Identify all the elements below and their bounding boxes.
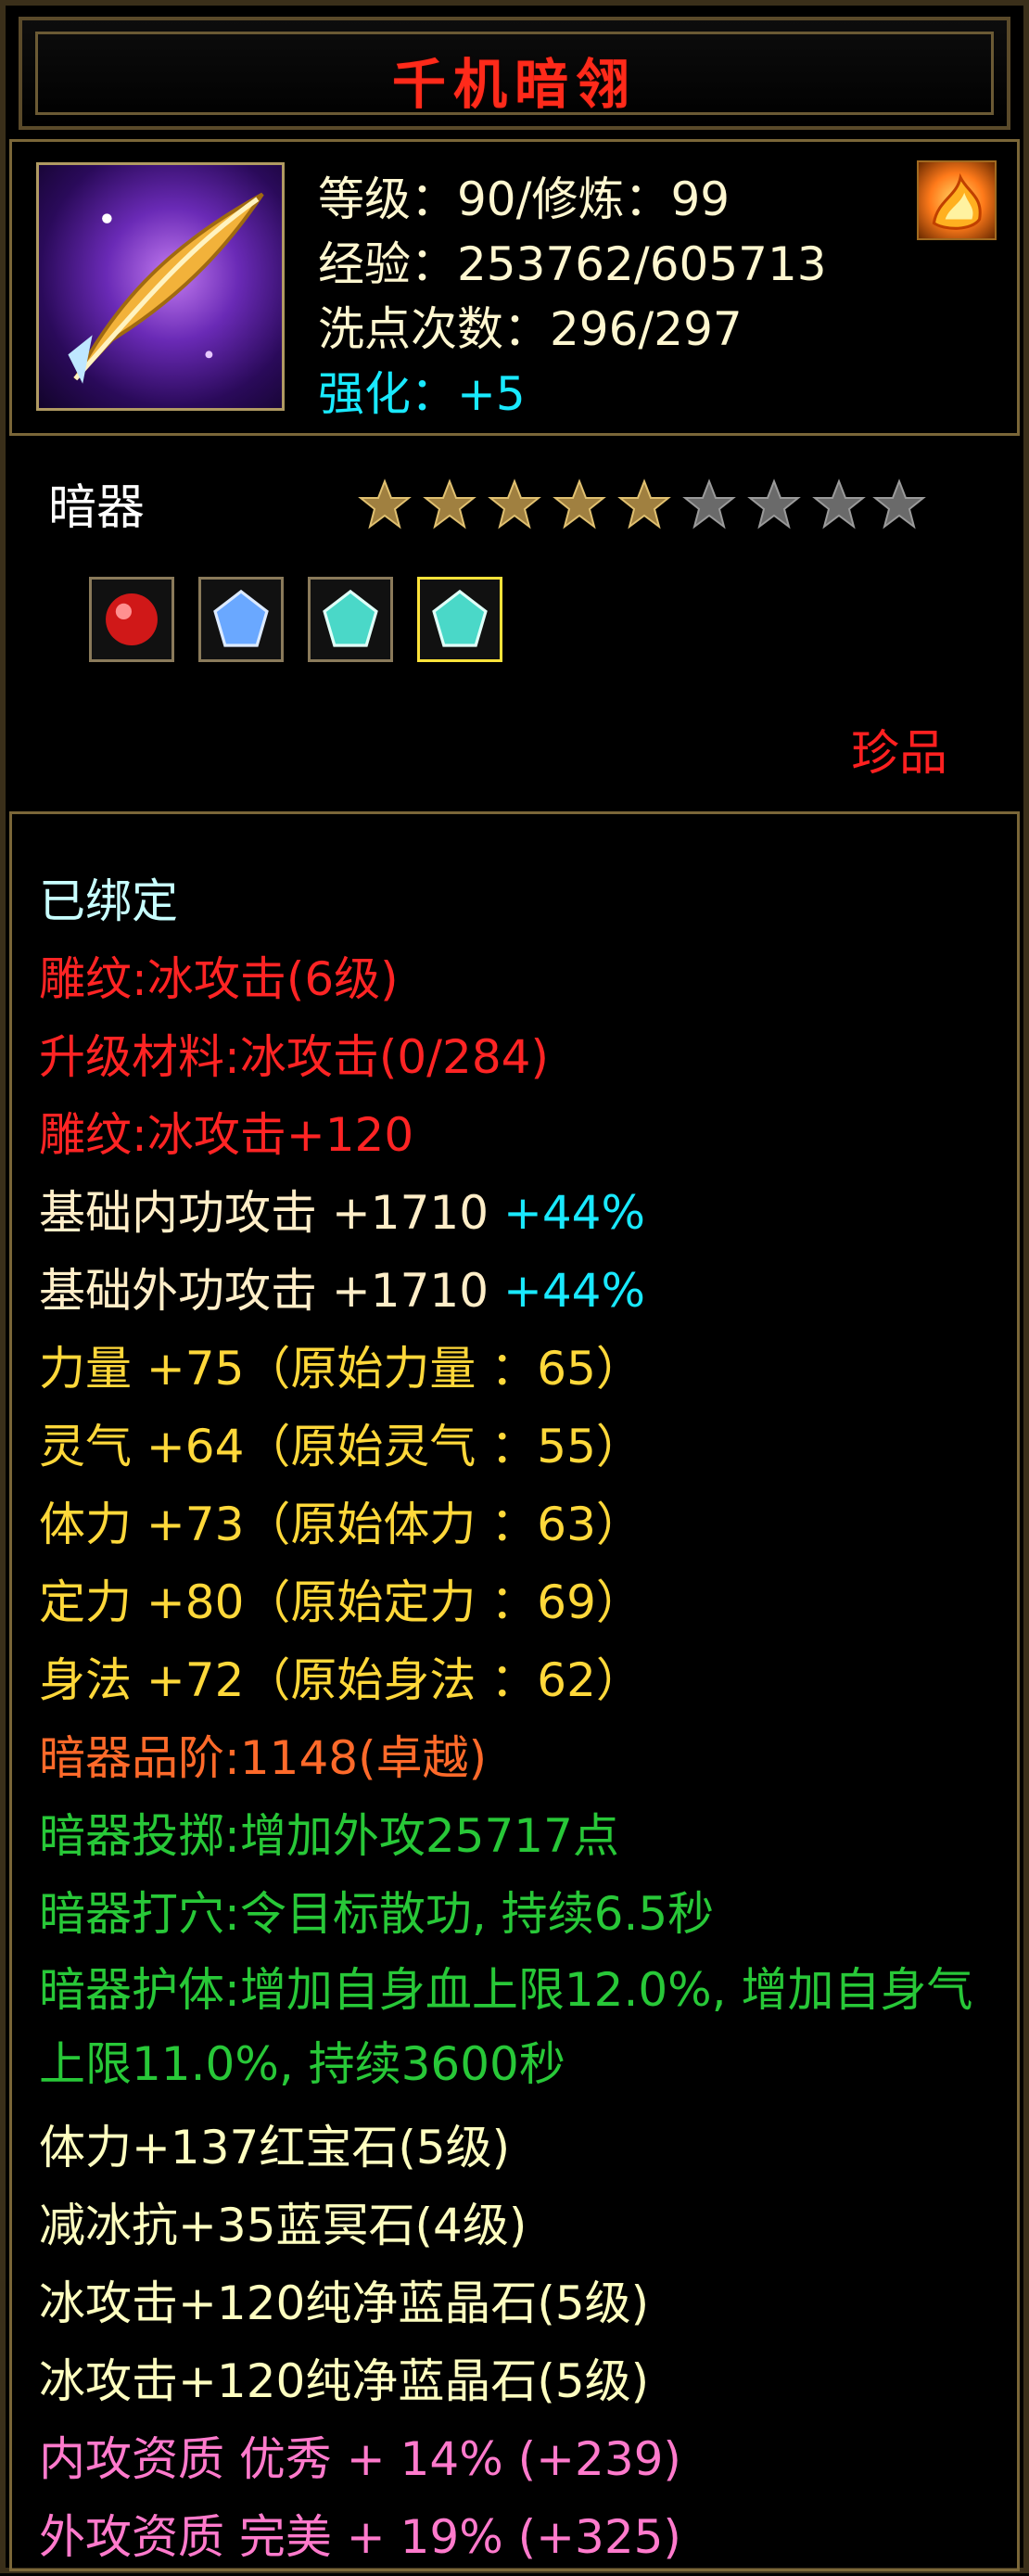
base-inner-attack-text: 基础内功攻击 +1710: [39, 1186, 489, 1240]
aqua-gem-icon-selected[interactable]: [417, 577, 502, 662]
weapon-rank-line: 暗器品阶:1148(卓越): [39, 1731, 488, 1785]
aqua-gem-icon[interactable]: [308, 577, 393, 662]
base-inner-attack: 基础内功攻击 +1710 +44%: [39, 1174, 992, 1252]
title-bar: 千机暗翎: [19, 17, 1010, 130]
base-outer-attack-pct: +44%: [502, 1264, 645, 1318]
star-icon: [423, 478, 476, 529]
level-line: 等级：90/修炼：99: [318, 172, 730, 226]
acupoint-skill-line: 暗器打穴:令目标散功, 持续6.5秒: [39, 1887, 715, 1941]
engrave-line: 雕纹:冰攻击(6级): [39, 952, 399, 1006]
upgrade-material-line: 升级材料:冰攻击(0/284): [39, 1030, 549, 1084]
base-outer-attack-text: 基础外功攻击 +1710: [39, 1264, 489, 1318]
gem4-line: 冰攻击+120纯净蓝晶石(5级): [39, 2354, 650, 2408]
base-outer-attack: 基础外功攻击 +1710 +44%: [39, 1252, 992, 1330]
gem-slots: [89, 577, 515, 670]
item-type-label: 暗器: [48, 480, 146, 536]
star-icon: [553, 478, 606, 529]
engrave-bonus-line: 雕纹:冰攻击+120: [39, 1108, 414, 1162]
spirit-line: 灵气 +64（原始灵气 ：55）: [39, 1420, 642, 1473]
star-icon: [488, 478, 541, 529]
star-empty-icon: [812, 478, 866, 529]
stamina-line: 体力 +73（原始体力 ：63）: [39, 1498, 642, 1551]
flame-icon[interactable]: [917, 160, 997, 240]
detail-list: 已绑定 雕纹:冰攻击(6级) 升级材料:冰攻击(0/284) 雕纹:冰攻击+12…: [39, 862, 992, 2576]
star-icon: [358, 478, 412, 529]
gem3-line: 冰攻击+120纯净蓝晶石(5级): [39, 2276, 650, 2330]
guard-skill-line: 暗器护体:增加自身血上限12.0%, 增加自身气上限11.0%, 持续3600秒: [39, 1963, 973, 2091]
reset-count-line: 洗点次数：296/297: [318, 302, 743, 356]
item-grade: 珍品: [850, 726, 947, 782]
exp-line: 经验：253762/605713: [318, 237, 827, 291]
gem1-line: 体力+137红宝石(5级): [39, 2121, 511, 2174]
outer-quality-line: 外攻资质 完美 + 19% (+325): [39, 2510, 681, 2564]
star-rating: [358, 478, 926, 529]
item-title: 千机暗翎: [391, 53, 637, 116]
star-empty-icon: [682, 478, 736, 529]
focus-line: 定力 +80（原始定力 ：69）: [39, 1575, 642, 1629]
bound-status: 已绑定: [39, 874, 178, 928]
ruby-gem-icon[interactable]: [89, 577, 174, 662]
item-info-panel: 等级：90/修炼：99 经验：253762/605713 洗点次数：296/29…: [9, 139, 1020, 436]
star-empty-icon: [747, 478, 801, 529]
feather-weapon-icon: [36, 162, 285, 411]
star-empty-icon: [872, 478, 926, 529]
star-icon: [617, 478, 671, 529]
agility-line: 身法 +72（原始身法 ：62）: [39, 1653, 642, 1707]
strength-line: 力量 +75（原始力量 ：65）: [39, 1342, 642, 1396]
blue-crystal-gem-icon[interactable]: [198, 577, 284, 662]
base-inner-attack-pct: +44%: [502, 1186, 645, 1240]
gem2-line: 减冰抗+35蓝冥石(4级): [39, 2199, 527, 2252]
inner-quality-line: 内攻资质 优秀 + 14% (+239): [39, 2432, 681, 2486]
throw-skill-line: 暗器投掷:增加外攻25717点: [39, 1809, 619, 1863]
enhance-line: 强化：+5: [318, 367, 526, 421]
